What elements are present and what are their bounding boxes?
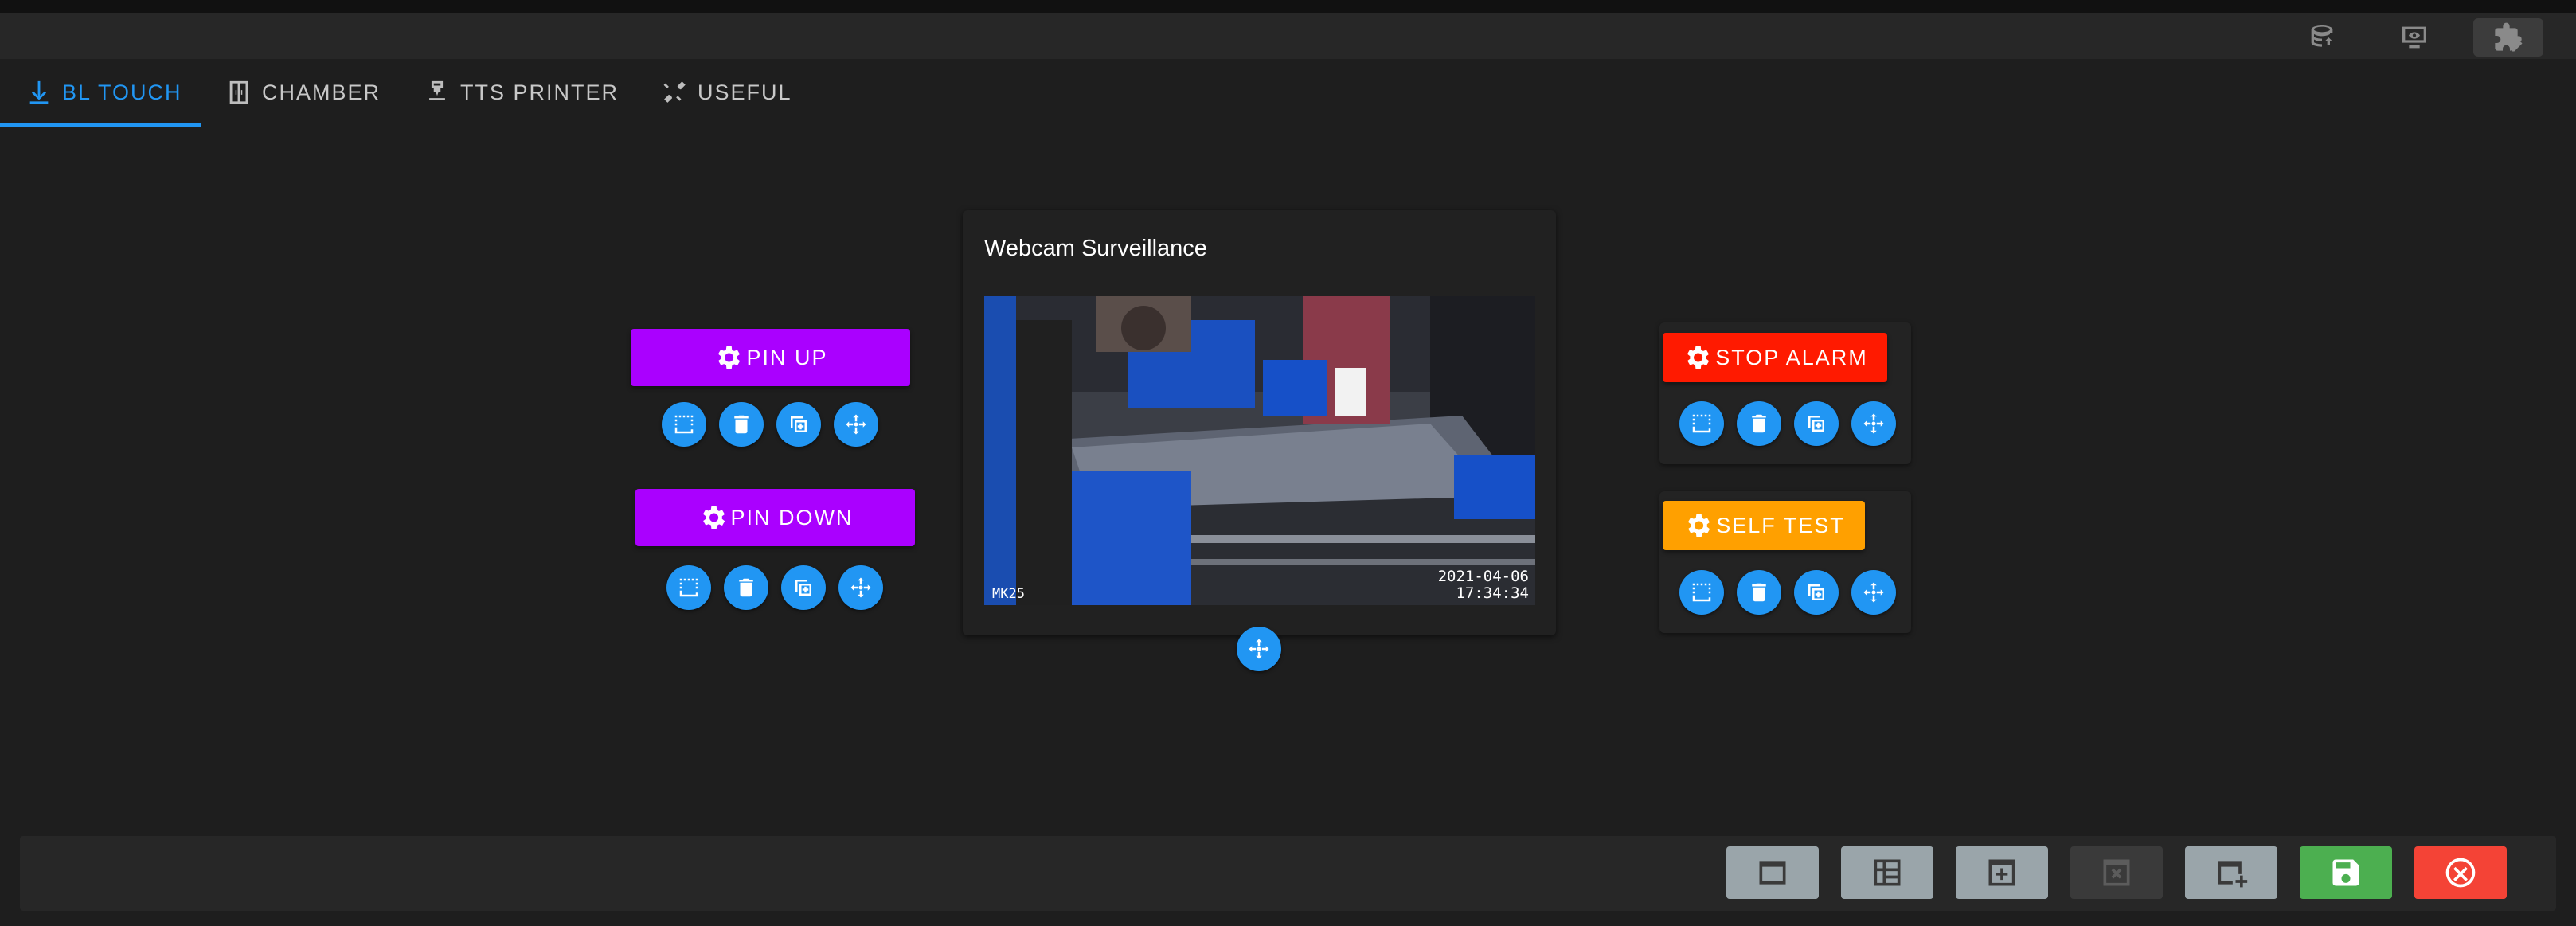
pin-up-duplicate-button[interactable] [776,402,821,447]
add-window-icon [2218,861,2248,888]
edit-layout-button[interactable] [2473,18,2543,57]
active-tab-indicator [0,123,201,127]
add-box-button[interactable] [1956,846,2048,899]
move-icon [1863,582,1884,603]
editor-footer-bar [20,836,2556,911]
trash-icon [734,415,749,434]
app-toolbar [0,13,2576,59]
tab-chamber[interactable]: CHAMBER [225,62,381,123]
self-test-duplicate-button[interactable] [1794,570,1839,615]
pin-down-duplicate-button[interactable] [781,565,826,610]
pin-up-button[interactable]: PIN UP [631,329,910,386]
remove-box-icon [2103,859,2130,886]
duplicate-icon [1808,416,1824,432]
move-icon [1863,413,1884,434]
stop-alarm-delete-button[interactable] [1737,401,1781,446]
arrow-down-to-bed-icon [29,80,49,104]
tab-useful[interactable]: USEFUL [661,62,792,123]
tab-useful-label: USEFUL [698,80,792,104]
select-area-icon [1692,414,1711,433]
pin-up-move-button[interactable] [834,402,878,447]
printer-3d-nozzle-icon [429,80,445,100]
select-area-icon [679,578,698,597]
pin-down-button[interactable]: PIN DOWN [635,489,915,546]
save-button[interactable] [2300,846,2392,899]
add-window-button[interactable] [2185,846,2277,899]
pin-up-delete-button[interactable] [719,402,764,447]
webcam-card: Webcam Surveillance MK25 2021-04-06 17:3 [963,210,1556,635]
stop-alarm-move-button[interactable] [1851,401,1896,446]
webcam-overlay-label: MK25 [992,586,1025,602]
self-test-button[interactable]: SELF TEST [1663,501,1865,550]
cancel-icon [2445,858,2476,888]
duplicate-icon [795,580,811,596]
save-icon [2332,859,2359,886]
move-icon [850,577,871,598]
webcam-date: 2021-04-06 [1437,568,1529,585]
pin-up-label: PIN UP [746,345,828,369]
webcam-move-button[interactable] [1237,627,1281,671]
tab-tts-printer-label: TTS PRINTER [460,80,620,104]
trash-icon [1752,583,1766,602]
add-box-icon [1988,859,2015,886]
tab-bl-touch-label: BL TOUCH [62,80,182,104]
tab-bar: BL TOUCH CHAMBER TTS PRINTER USEFUL [0,62,876,127]
stop-alarm-duplicate-button[interactable] [1794,401,1839,446]
select-area-icon [674,415,694,434]
stop-alarm-label: STOP ALARM [1715,345,1868,369]
monitor-view-button[interactable] [2379,18,2449,57]
select-area-icon [1692,583,1711,602]
window-top-strip [0,0,2576,13]
self-test-resize-button[interactable] [1679,570,1724,615]
stop-alarm-button[interactable]: STOP ALARM [1663,333,1887,382]
webcam-title: Webcam Surveillance [984,236,1207,261]
move-icon [1249,639,1269,659]
monitor-eye-icon [2402,26,2426,49]
remove-box-button [2070,846,2163,899]
database-sync-button[interactable] [2287,18,2357,57]
add-grid-icon [1874,859,1901,886]
gear-icon [702,506,725,529]
add-grid-button[interactable] [1841,846,1933,899]
pin-down-resize-button[interactable] [666,565,711,610]
puzzle-edit-icon [2495,22,2523,52]
tab-bl-touch[interactable]: BL TOUCH [25,62,182,123]
pin-down-move-button[interactable] [838,565,883,610]
self-test-delete-button[interactable] [1737,570,1781,615]
gear-icon [1687,346,1710,369]
duplicate-icon [1808,584,1824,600]
trash-icon [739,578,753,597]
gear-icon [718,346,741,369]
duplicate-icon [791,416,807,432]
pin-down-delete-button[interactable] [724,565,768,610]
tab-chamber-label: CHAMBER [262,80,381,104]
stop-alarm-resize-button[interactable] [1679,401,1724,446]
add-panel-button[interactable] [1726,846,1819,899]
webcam-frame-image [984,296,1535,605]
pin-down-label: PIN DOWN [730,505,854,529]
webcam-time: 17:34:34 [1456,584,1529,602]
webcam-timestamp: 2021-04-06 17:34:34 [1438,568,1529,602]
database-sync-icon [2311,25,2333,47]
tab-tts-printer[interactable]: TTS PRINTER [424,62,619,123]
pin-up-resize-button[interactable] [662,402,706,447]
cancel-button[interactable] [2414,846,2507,899]
tools-icon [663,81,686,103]
self-test-move-button[interactable] [1851,570,1896,615]
add-panel-icon [1759,861,1786,885]
trash-icon [1752,414,1766,433]
self-test-label: SELF TEST [1716,513,1845,537]
webcam-stream[interactable]: MK25 2021-04-06 17:34:34 [984,296,1535,605]
move-icon [846,414,866,435]
gear-icon [1688,514,1710,537]
chamber-icon [229,80,248,104]
